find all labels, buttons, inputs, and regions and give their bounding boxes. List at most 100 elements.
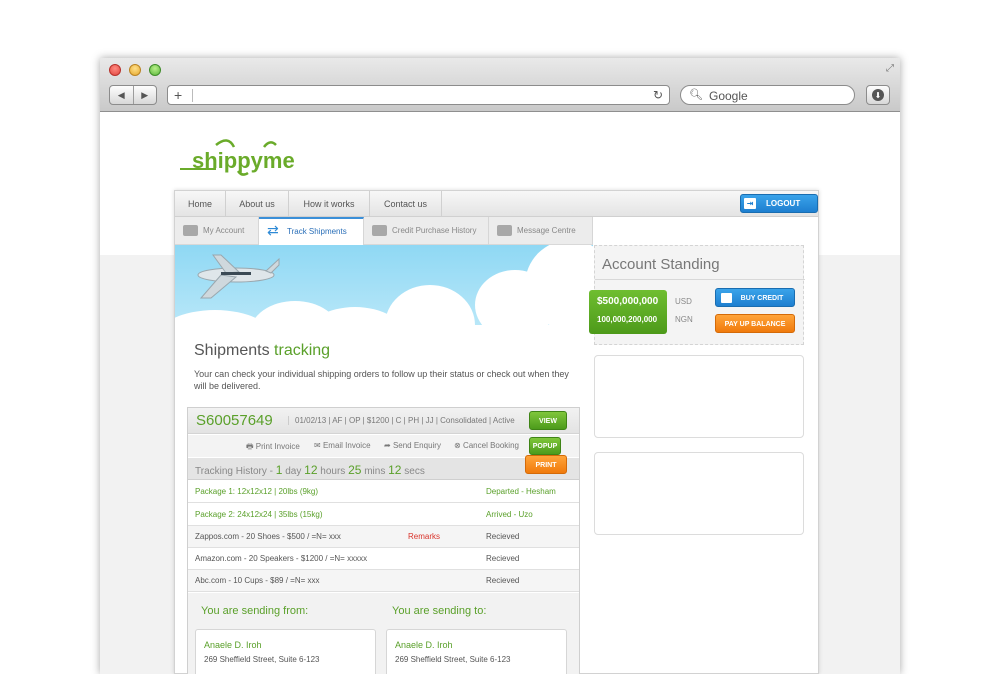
package-row[interactable]: Package 1: 12x12x12 | 20lbs (9kg) Depart…	[188, 481, 579, 503]
tab-label: Message Centre	[517, 226, 576, 235]
tab-credit-purchase-history[interactable]: Credit Purchase History	[364, 217, 489, 245]
addresses-section: You are sending from: You are sending to…	[188, 593, 579, 674]
popup-button[interactable]: POPUP	[529, 437, 561, 455]
shippyme-logo[interactable]: shippyme	[178, 137, 303, 181]
logout-button[interactable]: ⇥ LOGOUT	[740, 194, 818, 213]
nav-about-us[interactable]: About us	[226, 191, 289, 217]
account-standing-title: Account Standing	[602, 256, 720, 273]
credit-card-icon	[372, 225, 387, 236]
action-label: Print Invoice	[255, 442, 300, 451]
url-bar[interactable]: + ↻	[167, 85, 670, 105]
sky-banner	[175, 245, 593, 335]
to-heading: You are sending to:	[392, 605, 487, 617]
usd-label: USD	[675, 297, 692, 306]
shipment-card: S60057649 01/02/13 | AF | OP | $1200 | C…	[187, 407, 580, 674]
refresh-arrows-icon: ⇄	[267, 222, 279, 238]
item-status: Recieved	[486, 576, 520, 585]
keyboard-icon	[183, 225, 198, 236]
history-buttons: ◀ ▶	[109, 85, 157, 105]
package-row[interactable]: Package 2: 24x12x24 | 35lbs (15kg) Arriv…	[188, 504, 579, 526]
timer-secs: 12	[388, 463, 402, 477]
item-row[interactable]: Amazon.com - 20 Speakers - $1200 / =N= x…	[188, 548, 579, 570]
ngn-balance: 100,000,200,000	[597, 315, 658, 324]
item-row[interactable]: Zappos.com - 20 Shoes - $500 / =N= xxx R…	[188, 526, 579, 548]
print-invoice-link[interactable]: 🖶︎ Print Invoice	[246, 441, 300, 455]
buy-credit-label: BUY CREDIT	[740, 295, 784, 302]
timer-days: 1	[275, 463, 283, 477]
side-panel-2	[594, 452, 804, 535]
to-street: 269 Sheffield Street, Suite 6-123	[395, 655, 511, 664]
package-status: Arrived - Uzo	[486, 510, 533, 519]
search-icon: 🔍︎	[689, 89, 703, 101]
item-desc: Amazon.com - 20 Speakers - $1200 / =N= x…	[195, 554, 368, 563]
balance-badge: $500,000,000 100,000,200,000	[589, 290, 667, 334]
view-button[interactable]: VIEW	[529, 411, 567, 430]
nav-home[interactable]: Home	[175, 191, 226, 217]
back-arrow-icon[interactable]: ◀	[110, 86, 134, 104]
main-nav: Home About us How it works Contact us ⇥ …	[175, 191, 818, 217]
download-icon: ⬇	[872, 89, 884, 101]
package-desc: Package 1: 12x12x12 | 20lbs (9kg)	[195, 487, 319, 496]
shipment-meta: 01/02/13 | AF | OP | $1200 | C | PH | JJ…	[288, 416, 515, 425]
account-standing-panel: Account Standing $500,000,000 100,000,20…	[589, 245, 805, 345]
tracking-history-label: Tracking History - 1 day 12 hours 25 min…	[195, 463, 425, 477]
email-invoice-link[interactable]: ✉ Email Invoice	[314, 441, 371, 450]
browser-window: ⤢ ◀ ▶ + ↻ 🔍︎ Google ⬇ shippyme Home Abou…	[100, 58, 900, 674]
logout-icon: ⇥	[744, 198, 756, 209]
item-desc: Zappos.com - 20 Shoes - $500 / =N= xxx	[195, 532, 341, 541]
timer-mins: 25	[348, 463, 362, 477]
cancel-booking-link[interactable]: ⊗ Cancel Booking	[454, 441, 519, 450]
fullscreen-icon[interactable]: ⤢	[886, 63, 894, 74]
zoom-window-button[interactable]	[149, 64, 161, 76]
tracking-history-bar: Tracking History - 1 day 12 hours 25 min…	[188, 455, 579, 480]
svg-text:shippyme: shippyme	[192, 148, 295, 173]
reload-icon[interactable]: ↻	[653, 88, 663, 102]
action-label: Send Enquiry	[392, 441, 441, 450]
ngn-label: NGN	[675, 315, 693, 324]
from-address-box: Anaele D. Iroh 269 Sheffield Street, Sui…	[195, 629, 376, 674]
forward-arrow-icon[interactable]: ▶	[134, 86, 157, 104]
tab-my-account[interactable]: My Account	[175, 217, 259, 245]
close-window-button[interactable]	[109, 64, 121, 76]
print-button[interactable]: PRINT	[525, 455, 567, 474]
package-desc: Package 2: 24x12x24 | 35lbs (15kg)	[195, 510, 323, 519]
from-street: 269 Sheffield Street, Suite 6-123	[204, 655, 320, 664]
pay-up-balance-button[interactable]: PAY UP BALANCE	[715, 314, 795, 333]
timer-min-unit: mins	[364, 466, 386, 477]
nav-how-it-works[interactable]: How it works	[289, 191, 370, 217]
page-description: Your can check your individual shipping …	[194, 369, 569, 391]
tab-track-shipments[interactable]: ⇄ Track Shipments	[259, 217, 364, 245]
to-address-box: Anaele D. Iroh 269 Sheffield Street, Sui…	[386, 629, 567, 674]
sub-nav: My Account ⇄ Track Shipments Credit Purc…	[175, 217, 593, 245]
nav-contact-us[interactable]: Contact us	[370, 191, 442, 217]
shipment-header: S60057649 01/02/13 | AF | OP | $1200 | C…	[188, 408, 579, 434]
history-label: Tracking History -	[195, 466, 273, 477]
timer-hour-unit: hours	[320, 466, 346, 477]
buy-credit-button[interactable]: BUY CREDIT	[715, 288, 795, 307]
add-bookmark-icon[interactable]: +	[174, 87, 182, 103]
package-status: Departed - Hesham	[486, 487, 556, 496]
send-enquiry-link[interactable]: ➦ Send Enquiry	[384, 441, 441, 450]
logout-label: LOGOUT	[766, 199, 801, 208]
item-remarks-link[interactable]: Remarks	[408, 532, 440, 541]
timer-day-unit: day	[285, 466, 302, 477]
shipment-id[interactable]: S60057649	[196, 412, 273, 429]
credit-card-icon	[721, 293, 732, 303]
item-status: Recieved	[486, 554, 520, 563]
airplane-icon	[197, 254, 280, 299]
shipment-actions: 🖶︎ Print Invoice ✉ Email Invoice ➦ Send …	[188, 435, 579, 457]
minimize-window-button[interactable]	[129, 64, 141, 76]
search-input[interactable]: 🔍︎ Google	[680, 85, 855, 105]
tab-label: Track Shipments	[287, 227, 347, 236]
side-panel-1	[594, 355, 804, 438]
title-prefix: Shipments	[194, 342, 270, 359]
web-page: shippyme Home About us How it works Cont…	[100, 113, 900, 674]
downloads-button[interactable]: ⬇	[866, 85, 890, 105]
from-heading: You are sending from:	[201, 605, 309, 617]
tab-message-centre[interactable]: Message Centre	[489, 217, 593, 245]
usd-balance: $500,000,000	[597, 296, 659, 307]
timer-hours: 12	[304, 463, 318, 477]
item-row[interactable]: Abc.com - 10 Cups - $89 / =N= xxx Reciev…	[188, 570, 579, 592]
search-placeholder: Google	[709, 89, 748, 103]
page-title: Shipments tracking	[194, 342, 330, 360]
